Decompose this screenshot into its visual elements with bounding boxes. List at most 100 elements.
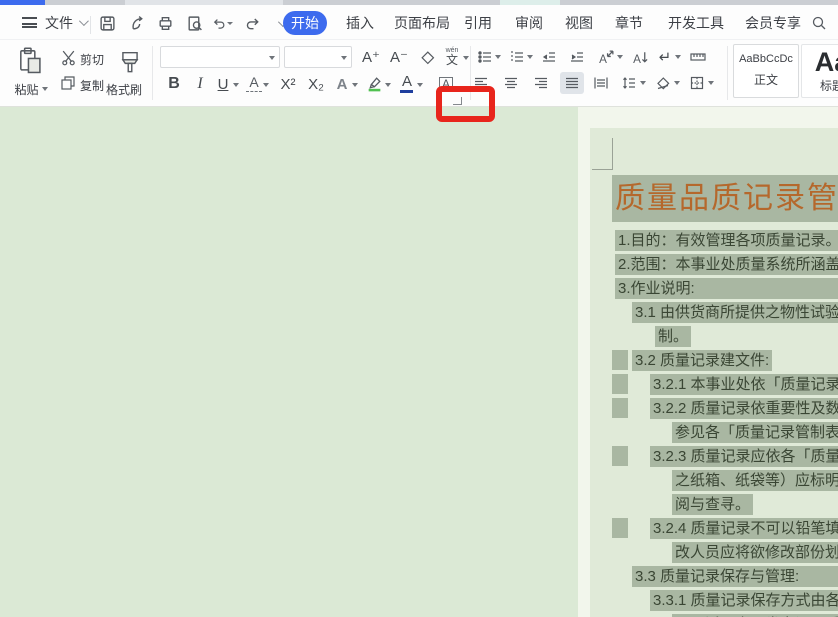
pinyin-glyph: 文 [446,54,458,66]
highlight-button[interactable] [364,72,384,94]
document-text-line[interactable]: 制。 [590,324,838,348]
align-right-button[interactable] [532,74,550,92]
style-heading[interactable]: Aa 标题 [801,44,838,98]
document-text-line[interactable]: 参见各「质量记录管制表」。 [590,420,838,444]
document-text-line[interactable]: 可以活页夹、卷宗记入质量作业 [590,612,838,617]
number-list-button[interactable] [508,48,526,66]
format-painter-button[interactable] [114,45,146,77]
document-title[interactable]: 质量品质记录管理办法 [612,175,838,222]
text-effects-button[interactable]: A [334,74,350,94]
clear-format-button[interactable] [416,48,438,66]
justify-button[interactable] [560,72,584,94]
print-button[interactable] [154,12,176,34]
bullet-list-dropdown-arrow[interactable] [495,55,501,59]
format-painter-label[interactable]: 格式刷 [106,81,142,98]
document-text-line[interactable]: 3.1 由供货商所提供之物性试验报告或 [590,300,838,324]
font-name-combo[interactable] [160,46,280,68]
clear-format-icon [419,49,435,65]
font-color-dropdown-arrow[interactable] [417,83,423,87]
char-scale-icon: A [598,49,615,66]
copy-label[interactable]: 复制 [80,77,104,94]
document-text-line[interactable]: 3.3.1 质量记录保存方式由各作业 [590,588,838,612]
tab-review[interactable]: 审阅 [507,11,551,35]
char-scale-button[interactable]: A [596,48,616,66]
export-button[interactable] [126,12,148,34]
document-text-line[interactable]: 3.2.4 质量记录不可以铅笔填写，如 [590,516,838,540]
line-spacing-button[interactable] [620,74,638,92]
tab-view[interactable]: 视图 [557,11,601,35]
shading-dropdown-arrow[interactable] [674,81,680,85]
document-text-line[interactable]: 3.2 质量记录建文件: [590,348,838,372]
outdent-button[interactable] [540,48,558,66]
shading-button[interactable] [654,74,672,92]
font-size-combo[interactable] [284,46,352,68]
redo-button[interactable] [242,12,264,34]
cut-label[interactable]: 剪切 [80,51,104,68]
text-effects-dropdown-arrow[interactable] [352,83,358,87]
selection-stub [612,398,628,418]
document-text-line[interactable]: 3.2.1 本事业处依「质量记录管制表 [590,372,838,396]
strikethrough-dropdown-arrow[interactable] [263,83,269,87]
underline-button[interactable]: U [214,74,232,94]
main-menu-button[interactable]: 文件 [22,5,86,40]
save-button[interactable] [96,12,118,34]
line-text: 阅与查寻。 [672,494,753,515]
tab-home[interactable]: 开始 [283,11,327,35]
align-center-button[interactable] [502,74,520,92]
print-preview-button[interactable] [183,12,205,34]
tab-member[interactable]: 会员专享 [737,11,809,35]
tab-insert[interactable]: 插入 [338,11,382,35]
line-text: 2.范围：本事业处质量系统所涵盖之所有 [615,254,838,275]
document-text-line[interactable]: 3.作业说明: [590,276,838,300]
bullet-list-button[interactable] [476,48,494,66]
document-text-line[interactable]: 之纸箱、纸袋等）应标明内含 [590,468,838,492]
borders-dropdown-arrow[interactable] [708,81,714,85]
shrink-font-button[interactable]: A⁻ [388,48,410,66]
tab-references[interactable]: 引用 [456,11,500,35]
document-page[interactable]: 质量品质记录管理办法 1.目的：有效管理各项质量记录。 2.范围：本事业处质量系… [590,128,838,617]
document-text-line[interactable]: 改人员应将欲修改部份划线删 [590,540,838,564]
cut-button[interactable] [58,48,78,66]
wrap-marks-button[interactable]: ↵ [656,48,674,66]
pinyin-guide-button[interactable]: wén 文 [442,44,462,68]
undo-dropdown-arrow[interactable] [227,22,233,25]
tabs-ruler-button[interactable] [688,48,708,66]
document-text-line[interactable]: 2.范围：本事业处质量系统所涵盖之所有 [590,252,838,276]
font-color-button[interactable]: A [398,72,416,94]
document-text-line[interactable]: 3.2.2 质量记录依重要性及数量累积 [590,396,838,420]
grow-font-button[interactable]: A⁺ [360,48,382,66]
wrap-marks-dropdown-arrow[interactable] [675,55,681,59]
underline-dropdown-arrow[interactable] [233,83,239,87]
sort-button[interactable]: A [630,48,650,66]
indent-button[interactable] [568,48,586,66]
document-text-line[interactable]: 3.3 质量记录保存与管理: [590,564,838,588]
undo-button[interactable] [211,12,233,34]
italic-button[interactable]: I [192,74,208,94]
ribbon-separator-3 [727,46,728,100]
line-spacing-dropdown-arrow[interactable] [640,81,646,85]
document-text-line[interactable]: 阅与查寻。 [590,492,838,516]
document-text-line[interactable]: 3.2.3 质量记录应依各「质量记录管 [590,444,838,468]
superscript-button[interactable]: X² [276,74,300,94]
bold-button[interactable]: B [164,74,184,94]
document-canvas[interactable]: 质量品质记录管理办法 1.目的：有效管理各项质量记录。 2.范围：本事业处质量系… [0,107,838,617]
char-scale-dropdown-arrow[interactable] [617,55,623,59]
strikethrough-button[interactable]: A [246,74,262,92]
number-list-dropdown-arrow[interactable] [527,55,533,59]
tab-page-layout[interactable]: 页面布局 [386,11,458,35]
paste-label[interactable]: 粘贴 [8,80,54,98]
pinyin-dropdown-arrow[interactable] [463,56,469,60]
tab-section[interactable]: 章节 [607,11,651,35]
document-text-line[interactable]: 1.目的：有效管理各项质量记录。 [590,228,838,252]
distribute-button[interactable] [592,74,610,92]
search-button[interactable] [808,12,830,34]
document-lines[interactable]: 1.目的：有效管理各项质量记录。 2.范围：本事业处质量系统所涵盖之所有 3.作… [590,228,838,617]
menu-icon [22,17,37,28]
paste-button[interactable] [14,46,48,76]
subscript-button[interactable]: X₂ [304,74,328,94]
copy-button[interactable] [58,74,78,92]
highlight-dropdown-arrow[interactable] [385,83,391,87]
style-normal[interactable]: AaBbCcDc 正文 [733,44,799,98]
borders-button[interactable] [688,74,706,92]
tab-developer[interactable]: 开发工具 [660,11,732,35]
